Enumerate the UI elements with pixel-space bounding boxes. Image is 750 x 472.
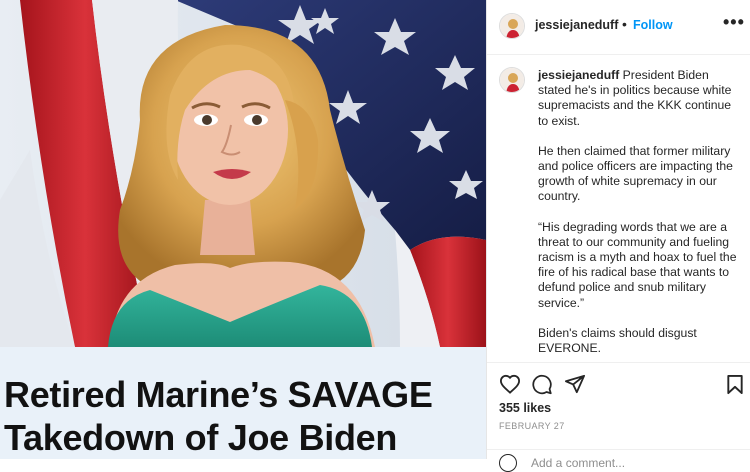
bookmark-icon[interactable] [726,374,744,400]
caption-paragraph-3: “His degrading words that we are a threa… [538,219,737,310]
post-caption: jessiejaneduff President Biden stated he… [538,68,744,360]
post-date: FEBRUARY 27 [499,421,565,431]
header-username[interactable]: jessiejaneduff [535,18,618,32]
share-icon[interactable] [564,374,586,399]
headline-line-2: Takedown of Joe Biden [4,417,398,458]
post-photo [0,0,486,347]
media-headline: Retired Marine’s SAVAGE Takedown of Joe … [4,373,433,459]
follow-button[interactable]: Follow [633,18,673,32]
likes-count[interactable]: 355 likes [499,401,551,415]
caption-area: jessiejaneduff President Biden stated he… [487,55,750,360]
comment-input[interactable]: Add a comment... [531,456,625,470]
caption-username[interactable]: jessiejaneduff [538,68,619,82]
headline-line-1: Retired Marine’s SAVAGE [4,374,433,415]
post-media[interactable]: Retired Marine’s SAVAGE Takedown of Joe … [0,0,486,459]
separator-dot: • [622,16,627,32]
instagram-post: Retired Marine’s SAVAGE Takedown of Joe … [0,0,750,472]
avatar[interactable] [499,13,525,39]
post-sidebar: jessiejaneduff • Follow ••• jessiejanedu… [486,0,750,472]
add-comment-bar[interactable]: Add a comment... [487,449,750,472]
caption-paragraph-1: jessiejaneduff President Biden stated he… [538,68,744,129]
emoji-icon[interactable] [499,454,517,472]
caption-avatar[interactable] [499,67,525,93]
more-options-icon[interactable]: ••• [723,12,745,33]
caption-paragraph-4: Biden's claims should disgust EVERONE. [538,325,697,356]
heart-icon[interactable] [499,374,521,399]
comment-icon[interactable] [531,374,553,400]
flag-portrait-image [0,0,486,347]
headline-panel: Retired Marine’s SAVAGE Takedown of Joe … [0,347,486,459]
post-actions: 355 likes FEBRUARY 27 Add a comment... [487,362,750,472]
post-header: jessiejaneduff • Follow ••• [487,0,750,55]
avatar-image [500,68,524,92]
caption-paragraph-2: He then claimed that former military and… [538,143,733,204]
avatar-image [500,14,524,38]
